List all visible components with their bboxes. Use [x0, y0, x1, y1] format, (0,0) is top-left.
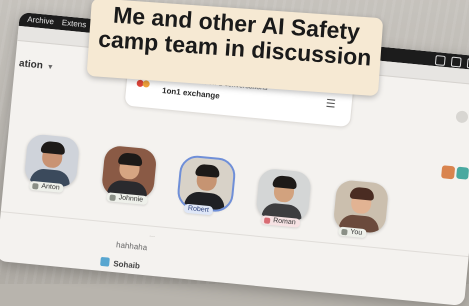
- video-feed: [23, 133, 81, 189]
- sender-avatar-icon: [100, 256, 110, 267]
- participant-name: Johnnie: [118, 194, 144, 204]
- keyboard-icon[interactable]: [450, 56, 462, 68]
- name-tag: You: [338, 226, 367, 239]
- mic-muted-icon: [341, 228, 348, 236]
- name-tag: Robert: [183, 203, 214, 216]
- chat-sender-name: Sohaib: [112, 259, 141, 271]
- chevron-down-icon: ▼: [46, 63, 54, 72]
- space-title-label: ation: [18, 58, 44, 72]
- next-game-name: 1on1 exchange: [161, 86, 221, 101]
- video-feed: [100, 144, 158, 200]
- participant-tile-roman[interactable]: Roman: [255, 167, 312, 228]
- video-feed: [255, 167, 312, 223]
- participant-name: Robert: [187, 205, 210, 214]
- user-avatar[interactable]: [441, 165, 456, 180]
- participant-tile-you[interactable]: You: [332, 179, 390, 239]
- video-feed: [332, 179, 390, 234]
- space-title[interactable]: ation ▼: [19, 58, 55, 72]
- chat-earlier-message: ...: [148, 231, 156, 239]
- participant-name: Roman: [272, 217, 296, 227]
- participant-name: You: [350, 228, 363, 237]
- list-icon[interactable]: ☰: [325, 97, 336, 111]
- participant-tile-robert[interactable]: Robert: [175, 154, 237, 216]
- chat-sender: Sohaib: [100, 256, 141, 271]
- participant-tile-johnnie[interactable]: Johnnie: [100, 144, 158, 206]
- mic-muted-icon: [109, 194, 116, 202]
- participant-tile-anton[interactable]: Anton: [23, 133, 81, 193]
- mic-muted-icon: [263, 217, 271, 224]
- video-feed: [175, 154, 237, 214]
- participant-name: Anton: [41, 182, 60, 192]
- user-badge[interactable]: [456, 166, 469, 180]
- volume-icon[interactable]: [434, 55, 446, 66]
- chat-divider: [0, 211, 469, 258]
- exit-icon[interactable]: [455, 110, 469, 124]
- mic-muted-icon: [32, 183, 39, 190]
- chat-message: hahhaha: [115, 240, 148, 253]
- name-tag: Anton: [29, 180, 65, 193]
